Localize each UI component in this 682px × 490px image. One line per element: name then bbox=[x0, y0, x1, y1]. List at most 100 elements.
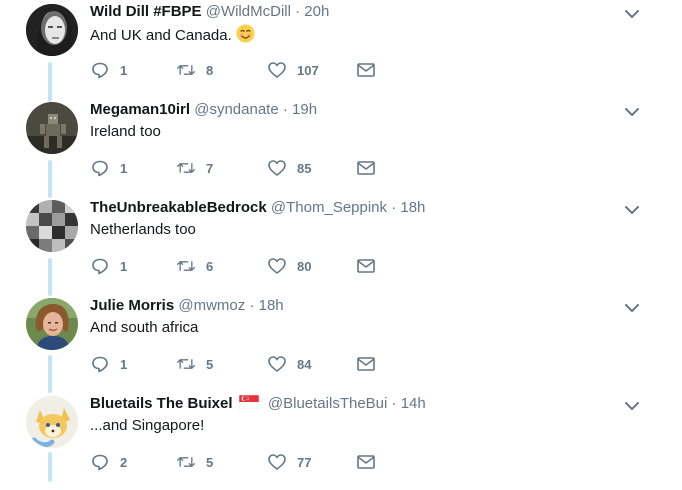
tweet[interactable]: Megaman10irl @syndanate · 19h Ireland to… bbox=[0, 98, 682, 196]
like-button[interactable]: 107 bbox=[267, 60, 319, 80]
reply-button[interactable]: 1 bbox=[90, 354, 127, 374]
display-name[interactable]: Megaman10irl bbox=[90, 101, 190, 118]
reply-count: 1 bbox=[120, 356, 128, 372]
retweet-button[interactable]: 6 bbox=[176, 256, 213, 276]
direct-message-button[interactable] bbox=[356, 256, 376, 276]
avatar[interactable] bbox=[26, 102, 78, 154]
heart-icon bbox=[268, 62, 286, 78]
chevron-down-icon[interactable] bbox=[624, 400, 640, 412]
like-button[interactable]: 80 bbox=[267, 256, 311, 276]
direct-message-button[interactable] bbox=[356, 452, 376, 472]
separator-dot: · bbox=[282, 101, 288, 118]
chevron-down-icon[interactable] bbox=[624, 302, 640, 314]
envelope-icon bbox=[357, 455, 375, 469]
tweet-text-content: And south africa bbox=[90, 319, 199, 336]
retweet-icon bbox=[177, 359, 195, 369]
retweet-count: 7 bbox=[206, 160, 214, 176]
direct-message-button[interactable] bbox=[356, 60, 376, 80]
reply-button[interactable]: 1 bbox=[90, 256, 127, 276]
separator-dot: · bbox=[391, 395, 397, 412]
avatar[interactable] bbox=[26, 396, 78, 448]
avatar[interactable] bbox=[26, 298, 78, 350]
display-name[interactable]: Wild Dill #FBPE bbox=[90, 3, 202, 20]
reply-count: 1 bbox=[120, 258, 128, 274]
tweet-header: Julie Morris @mwmoz · 18h bbox=[90, 296, 284, 316]
timestamp[interactable]: 14h bbox=[401, 395, 426, 412]
tweet-text: And UK and Canada. bbox=[90, 24, 255, 46]
timestamp[interactable]: 18h bbox=[259, 297, 284, 314]
heart-icon bbox=[268, 454, 286, 470]
retweet-button[interactable]: 5 bbox=[176, 354, 213, 374]
display-name[interactable]: Julie Morris bbox=[90, 297, 174, 314]
timestamp[interactable]: 18h bbox=[400, 199, 425, 216]
tweet-text-content: Netherlands too bbox=[90, 221, 196, 238]
reply-count: 1 bbox=[120, 160, 128, 176]
tweet-text-content: ...and Singapore! bbox=[90, 417, 205, 434]
tweet-text-content: Ireland too bbox=[90, 123, 161, 140]
like-count: 107 bbox=[297, 62, 319, 78]
reply-icon bbox=[92, 62, 108, 79]
chevron-down-icon[interactable] bbox=[624, 204, 640, 216]
chevron-down-icon[interactable] bbox=[624, 106, 640, 118]
separator-dot: · bbox=[295, 3, 301, 20]
reply-icon bbox=[92, 160, 108, 177]
tweet[interactable]: Wild Dill #FBPE @WildMcDill · 20h And UK… bbox=[0, 0, 682, 98]
envelope-icon bbox=[357, 161, 375, 175]
heart-icon bbox=[268, 356, 286, 372]
reply-icon bbox=[92, 258, 108, 275]
user-handle[interactable]: @syndanate bbox=[194, 101, 278, 118]
tweet-header: Megaman10irl @syndanate · 19h bbox=[90, 100, 317, 120]
tweet[interactable]: Julie Morris @mwmoz · 18h And south afri… bbox=[0, 294, 682, 392]
tweet[interactable]: Bluetails The Buixel @BluetailsTheBui · … bbox=[0, 392, 682, 490]
tweet-text: And south africa bbox=[90, 318, 198, 338]
like-count: 80 bbox=[297, 258, 312, 274]
reply-icon bbox=[92, 454, 108, 471]
retweet-icon bbox=[177, 261, 195, 271]
direct-message-button[interactable] bbox=[356, 158, 376, 178]
tweet-text: ...and Singapore! bbox=[90, 416, 204, 436]
avatar[interactable] bbox=[26, 4, 78, 56]
like-button[interactable]: 84 bbox=[267, 354, 311, 374]
user-handle[interactable]: @mwmoz bbox=[178, 297, 245, 314]
tweet-header: TheUnbreakableBedrock @Thom_Seppink · 18… bbox=[90, 198, 425, 218]
timestamp[interactable]: 19h bbox=[292, 101, 317, 118]
avatar[interactable] bbox=[26, 200, 78, 252]
chevron-down-icon[interactable] bbox=[624, 8, 640, 20]
separator-dot: · bbox=[249, 297, 255, 314]
like-button[interactable]: 77 bbox=[267, 452, 311, 472]
like-button[interactable]: 85 bbox=[267, 158, 311, 178]
retweet-icon bbox=[177, 163, 195, 173]
display-name[interactable]: TheUnbreakableBedrock bbox=[90, 199, 267, 216]
user-handle[interactable]: @WildMcDill bbox=[206, 3, 291, 20]
retweet-icon bbox=[177, 457, 195, 467]
reply-button[interactable]: 1 bbox=[90, 60, 127, 80]
smiling-face-emoji-icon bbox=[236, 24, 255, 43]
retweet-count: 8 bbox=[206, 62, 214, 78]
retweet-count: 6 bbox=[206, 258, 214, 274]
like-count: 84 bbox=[297, 356, 312, 372]
retweet-button[interactable]: 8 bbox=[176, 60, 213, 80]
retweet-button[interactable]: 7 bbox=[176, 158, 213, 178]
envelope-icon bbox=[357, 259, 375, 273]
direct-message-button[interactable] bbox=[356, 354, 376, 374]
like-count: 85 bbox=[297, 160, 312, 176]
retweet-count: 5 bbox=[206, 454, 214, 470]
retweet-button[interactable]: 5 bbox=[176, 452, 213, 472]
reply-count: 1 bbox=[120, 62, 128, 78]
tweet-text: Ireland too bbox=[90, 122, 161, 142]
reply-button[interactable]: 2 bbox=[90, 452, 127, 472]
tweet-text-content: And UK and Canada. bbox=[90, 27, 232, 44]
timestamp[interactable]: 20h bbox=[304, 3, 329, 20]
singapore-flag-icon bbox=[238, 395, 259, 409]
tweet-text: Netherlands too bbox=[90, 220, 196, 240]
separator-dot: · bbox=[391, 199, 397, 216]
user-handle[interactable]: @BluetailsTheBui bbox=[268, 395, 387, 412]
tweet[interactable]: TheUnbreakableBedrock @Thom_Seppink · 18… bbox=[0, 196, 682, 294]
display-name[interactable]: Bluetails The Buixel bbox=[90, 395, 233, 412]
user-handle[interactable]: @Thom_Seppink bbox=[271, 199, 387, 216]
reply-count: 2 bbox=[120, 454, 128, 470]
reply-button[interactable]: 1 bbox=[90, 158, 127, 178]
reply-icon bbox=[92, 356, 108, 373]
heart-icon bbox=[268, 160, 286, 176]
like-count: 77 bbox=[297, 454, 312, 470]
